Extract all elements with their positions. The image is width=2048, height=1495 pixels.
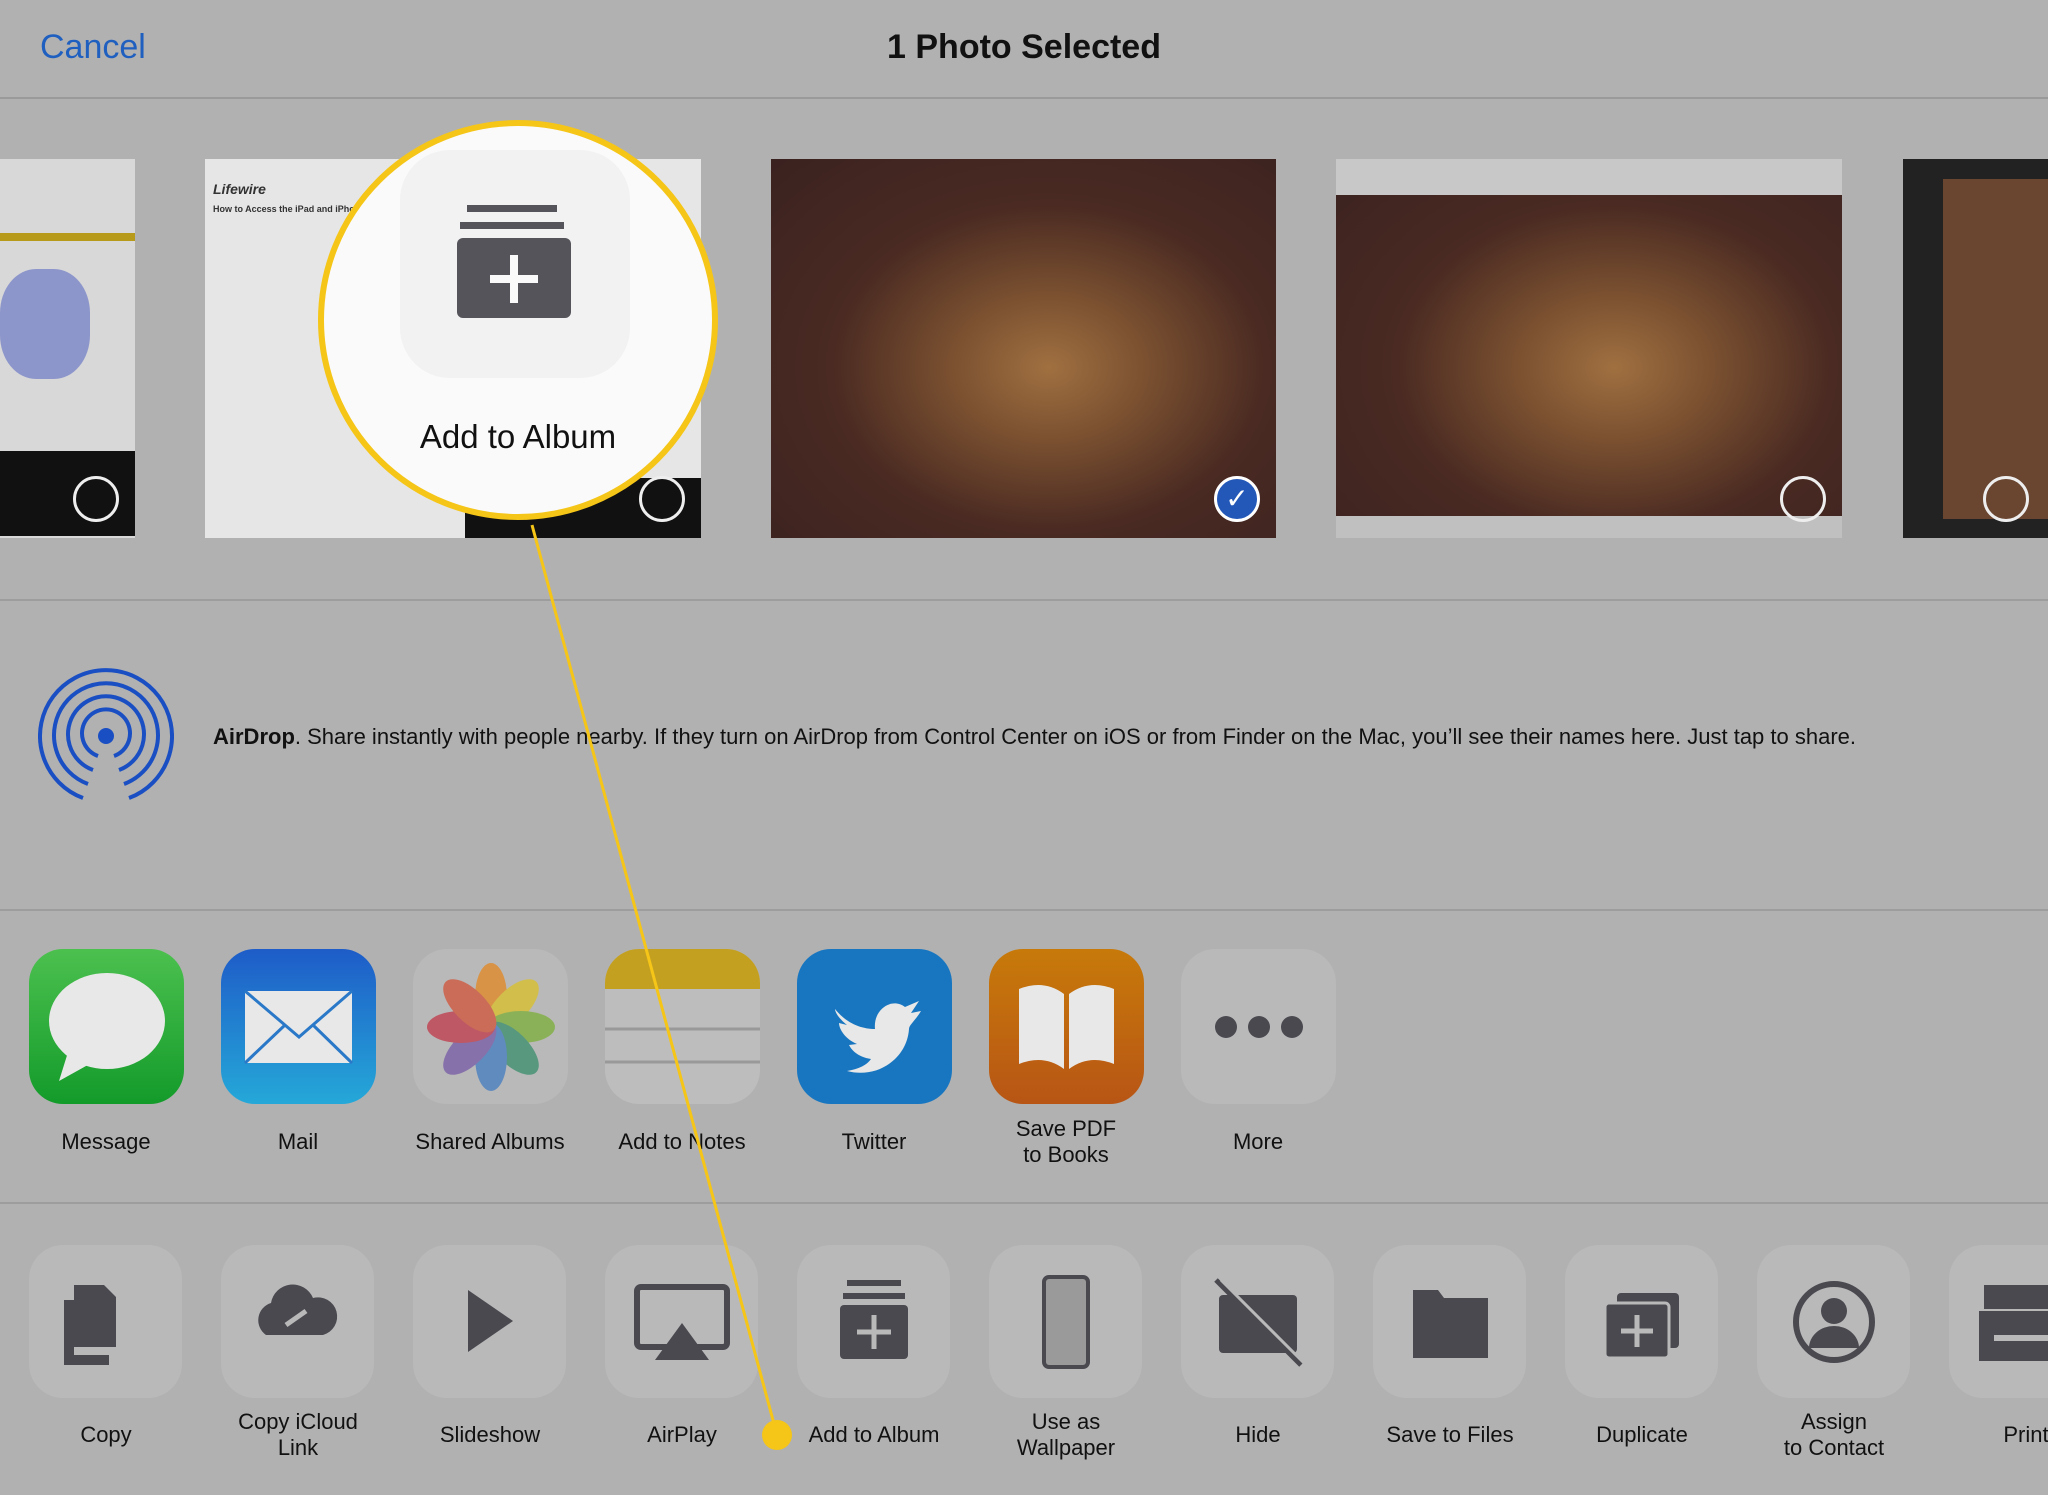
cancel-button[interactable]: Cancel: [40, 28, 146, 67]
app-label: Message: [61, 1129, 151, 1154]
add-to-album-icon: [840, 1280, 908, 1359]
photos-icon: [427, 963, 555, 1091]
app-label: Save PDF to Books: [1015, 1116, 1117, 1167]
photo-thumbnail-dog[interactable]: ✓: [771, 159, 1276, 538]
header: 1 Photo Selected Cancel: [0, 0, 2048, 99]
action-label: Save to Files: [1386, 1422, 1514, 1447]
action-label: Copy: [80, 1422, 132, 1447]
divider: [0, 1202, 2048, 1204]
app-label: Add to Notes: [618, 1129, 746, 1154]
mail-app-button[interactable]: [221, 949, 376, 1104]
action-label: Slideshow: [439, 1422, 541, 1447]
photo-thumbnail[interactable]: [1903, 159, 2048, 538]
printer-icon: [1979, 1285, 2048, 1361]
save-pdf-to-books-app-button[interactable]: [989, 949, 1144, 1104]
shared-albums-app-button[interactable]: [413, 949, 568, 1104]
copy-icloud-link-button[interactable]: [221, 1245, 374, 1398]
wallpaper-device-icon: [1042, 1275, 1090, 1369]
app-label: More: [1232, 1129, 1284, 1154]
airdrop-title: AirDrop: [213, 724, 295, 749]
hide-button[interactable]: [1181, 1245, 1334, 1398]
article-heading: How to Access the iPad and iPhone Calend…: [213, 204, 407, 214]
selection-circle[interactable]: [1983, 476, 2029, 522]
add-to-album-button[interactable]: [797, 1245, 950, 1398]
callout-label: Add to Album: [419, 418, 617, 455]
message-icon: [49, 973, 165, 1081]
print-button[interactable]: [1949, 1245, 2048, 1398]
duplicate-icon: [1603, 1293, 1679, 1360]
play-icon: [468, 1290, 513, 1352]
folder-icon: [1413, 1290, 1488, 1358]
copy-icon: [64, 1285, 116, 1365]
message-app-button[interactable]: [29, 949, 184, 1104]
selected-checkmark-icon[interactable]: ✓: [1214, 476, 1260, 522]
mail-icon: [243, 989, 354, 1065]
divider: [0, 909, 2048, 911]
action-label: Use as Wallpaper: [1016, 1409, 1116, 1460]
twitter-app-button[interactable]: [797, 949, 952, 1104]
notes-icon: [605, 949, 760, 1064]
divider: [0, 599, 2048, 601]
copy-button[interactable]: [29, 1245, 182, 1398]
action-label: Assign to Contact: [1783, 1409, 1885, 1460]
app-label: Mail: [277, 1129, 319, 1154]
site-name: Lifewire: [213, 181, 266, 197]
selection-circle[interactable]: [639, 476, 685, 522]
airdrop-icon: [38, 668, 174, 800]
selection-circle[interactable]: [1780, 476, 1826, 522]
airplay-button[interactable]: [605, 1245, 758, 1398]
action-label: Print: [2003, 1422, 2048, 1447]
airplay-icon: [634, 1284, 730, 1360]
photo-thumbnail[interactable]: [0, 159, 135, 538]
assign-to-contact-button[interactable]: [1757, 1245, 1910, 1398]
photo-thumbnail-dog[interactable]: [1336, 159, 1842, 538]
action-label: AirPlay: [647, 1422, 717, 1447]
app-label: Shared Albums: [415, 1129, 565, 1154]
action-label: Copy iCloud Link: [238, 1409, 358, 1460]
action-label: Duplicate: [1596, 1422, 1688, 1447]
app-label: Twitter: [841, 1129, 907, 1154]
use-as-wallpaper-button[interactable]: [989, 1245, 1142, 1398]
books-icon: [1019, 985, 1114, 1069]
save-to-files-button[interactable]: [1373, 1245, 1526, 1398]
page-title: 1 Photo Selected: [887, 28, 1161, 66]
more-app-button[interactable]: [1181, 949, 1336, 1104]
action-label: Add to Album: [808, 1422, 940, 1447]
icloud-link-icon: [258, 1284, 338, 1335]
action-label: Hide: [1235, 1422, 1281, 1447]
add-to-notes-app-button[interactable]: [605, 949, 760, 1104]
selection-circle[interactable]: [73, 476, 119, 522]
hide-icon: [1214, 1278, 1308, 1367]
twitter-icon: [835, 1001, 921, 1073]
more-icon: [1215, 1016, 1303, 1038]
photo-thumbnail[interactable]: Lifewire How to Access the iPad and iPho…: [205, 159, 701, 538]
duplicate-button[interactable]: [1565, 1245, 1718, 1398]
airdrop-text: . Share instantly with people nearby. If…: [294, 724, 1857, 749]
slideshow-button[interactable]: [413, 1245, 566, 1398]
airdrop-description: AirDrop. Share instantly with people nea…: [213, 724, 2033, 750]
contact-icon: [1793, 1281, 1875, 1363]
